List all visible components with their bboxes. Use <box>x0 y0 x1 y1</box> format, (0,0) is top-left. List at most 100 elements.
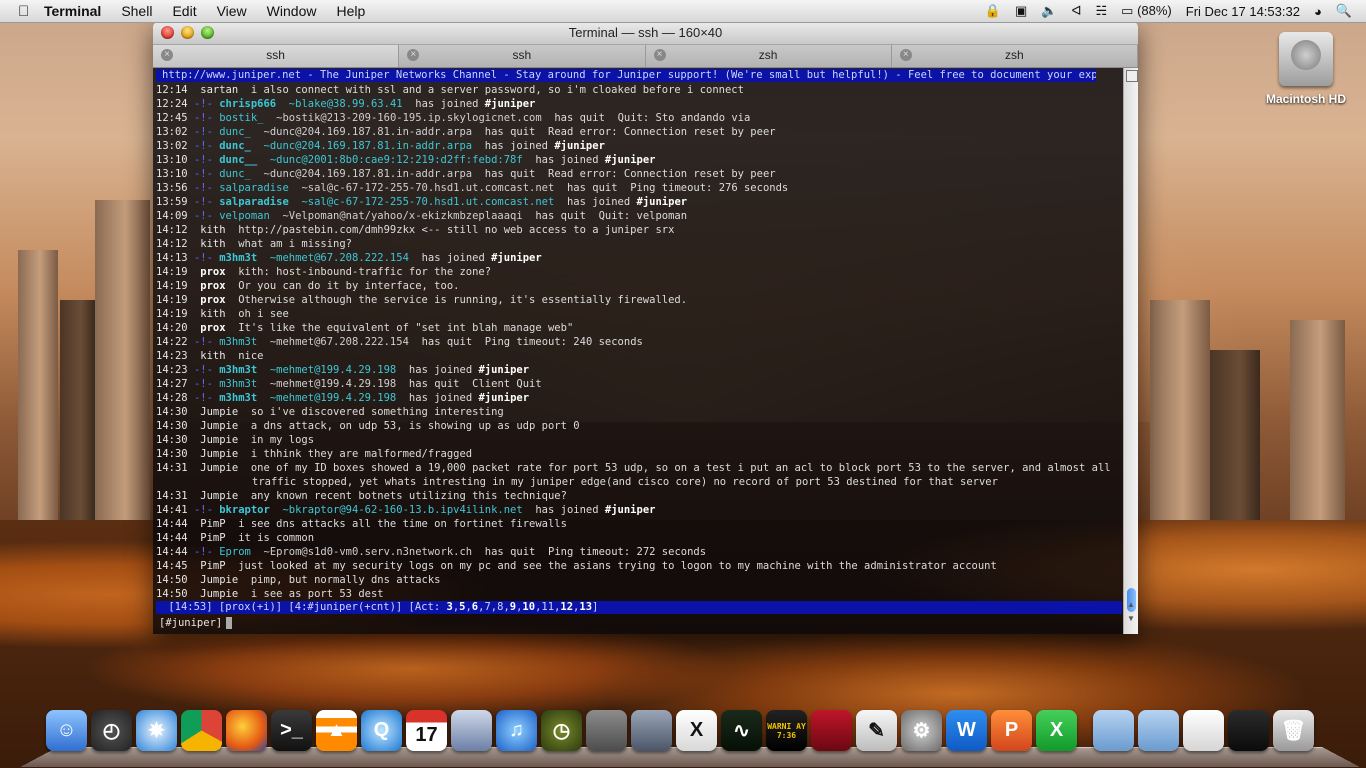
message-nick: Jumpie <box>200 588 239 600</box>
event-marker: -!- <box>193 140 213 152</box>
tab-bar: × ssh × ssh × zsh × zsh <box>153 44 1138 68</box>
tab-close-icon[interactable]: × <box>407 49 420 61</box>
message-text: It's like the equivalent of "set int bla… <box>238 322 574 334</box>
log-timestamp: 14:19 <box>156 266 188 278</box>
quit-reason: Ping timeout: 272 seconds <box>548 546 707 558</box>
quit-reason: Quit: Sto andando via <box>617 112 751 124</box>
applications-folder-icon[interactable] <box>1093 710 1134 751</box>
bluetooth-icon[interactable]: ᐊ <box>1072 3 1082 19</box>
log-line: 14:09 -!- velpoman ~Velpoman@nat/yahoo/x… <box>156 209 1116 223</box>
tab-close-icon[interactable]: × <box>899 49 912 61</box>
tab-close-icon[interactable]: × <box>653 49 666 61</box>
vertical-scrollbar[interactable]: ▲ ▼ <box>1123 68 1138 634</box>
battery-status[interactable]: ▭ (88%) <box>1121 3 1172 19</box>
itunes-icon[interactable]: ♫ <box>496 710 537 751</box>
activity-window-number: 13 <box>579 601 593 613</box>
dashboard-icon[interactable]: ◴ <box>91 710 132 751</box>
vnc-icon[interactable] <box>631 710 672 751</box>
menu-window[interactable]: Window <box>257 3 327 19</box>
chrome-icon[interactable] <box>181 710 222 751</box>
console-preview-text: WARNI AY 7:36 <box>767 721 806 740</box>
tab-zsh-2[interactable]: × zsh <box>892 45 1138 67</box>
wifi-icon[interactable]: ☵ <box>1096 3 1108 19</box>
console-icon[interactable]: WARNI AY 7:36 <box>766 710 807 751</box>
menu-shell[interactable]: Shell <box>111 3 162 19</box>
vmware-icon[interactable] <box>586 710 627 751</box>
finder-icon[interactable]: ☺ <box>46 710 87 751</box>
event-action: has quit <box>566 182 618 194</box>
word-icon[interactable]: W <box>946 710 987 751</box>
activity-monitor-icon[interactable]: ∿ <box>721 710 762 751</box>
input-prompt[interactable]: [#juniper] <box>159 616 233 630</box>
excel-icon[interactable]: X <box>1036 710 1077 751</box>
document-stack-icon[interactable] <box>1183 710 1224 751</box>
event-host: ~mehmet@67.208.222.154 <box>269 252 409 264</box>
textedit-icon[interactable]: ✎ <box>856 710 897 751</box>
close-window-button[interactable] <box>161 26 174 39</box>
message-nick: prox <box>200 294 226 306</box>
event-action: has joined <box>566 196 631 208</box>
message-text: i thhink they are malformed/fragged <box>250 448 473 460</box>
trash-icon[interactable]: 🗑 <box>1273 710 1314 751</box>
scroll-down-icon[interactable]: ▼ <box>1127 614 1135 623</box>
tab-close-icon[interactable]: × <box>161 49 173 61</box>
event-channel: #juniper <box>554 140 605 152</box>
macintosh-hd[interactable]: Macintosh HD <box>1266 32 1346 106</box>
safari-icon[interactable]: ✵ <box>136 710 177 751</box>
message-text: in my logs <box>250 434 315 446</box>
status-prefix: [14:53] [prox(+i)] [4:#juniper(+cnt)] [A… <box>162 601 447 613</box>
log-timestamp: 14:12 <box>156 238 188 250</box>
powerpoint-icon[interactable]: P <box>991 710 1032 751</box>
apple-menu-icon[interactable]:  <box>18 3 40 20</box>
photo-booth-icon[interactable] <box>811 710 852 751</box>
event-marker: -!- <box>193 98 213 110</box>
event-channel: #juniper <box>636 196 688 208</box>
tab-label: zsh <box>758 48 778 62</box>
documents-folder-icon[interactable] <box>1138 710 1179 751</box>
message-nick: prox <box>200 280 226 292</box>
activity-window-number: 6 <box>471 601 479 613</box>
tab-zsh-1[interactable]: × zsh <box>646 45 892 67</box>
terminal-icon[interactable]: >_ <box>271 710 312 751</box>
ical-icon[interactable]: 17 <box>406 710 447 751</box>
log-timestamp: 14:19 <box>156 308 188 320</box>
vlc-icon[interactable]: ▲ <box>316 710 357 751</box>
hard-drive-icon[interactable] <box>1279 32 1333 86</box>
lock-icon[interactable]: 🔒 <box>985 3 1001 19</box>
tab-ssh-2[interactable]: × ssh <box>399 45 646 67</box>
volume-icon[interactable]: 🔈 <box>1041 3 1057 19</box>
event-action: has quit <box>535 210 586 222</box>
menu-view[interactable]: View <box>207 3 257 19</box>
title-bar[interactable]: Terminal — ssh — 160×40 <box>153 22 1138 44</box>
event-nick: bkraptor <box>219 504 270 516</box>
log-line: 12:45 -!- bostik_ ~bostik@213-209-160-19… <box>156 111 1116 125</box>
zoom-window-button[interactable] <box>201 26 214 39</box>
terminal-screen[interactable]: http://www.juniper.net - The Juniper Net… <box>153 68 1123 634</box>
x11-icon[interactable]: X <box>676 710 717 751</box>
firefox-icon[interactable] <box>226 710 267 751</box>
menu-app-terminal[interactable]: Terminal <box>40 3 111 19</box>
log-line: 14:30 Jumpie so i've discovered somethin… <box>156 405 1116 419</box>
system-preferences-icon[interactable]: ⚙ <box>901 710 942 751</box>
menu-edit[interactable]: Edit <box>162 3 206 19</box>
event-action: has joined <box>421 252 485 264</box>
terminal-stack-icon[interactable] <box>1228 710 1269 751</box>
quicktime-icon[interactable]: Q <box>361 710 402 751</box>
clock[interactable]: Fri Dec 17 14:53:32 <box>1186 4 1300 19</box>
log-line: 12:14 sartan i also connect with ssl and… <box>156 83 1116 97</box>
spaces-icon[interactable]: ▣ <box>1015 3 1027 19</box>
time-machine-menu-icon[interactable]: ◕ <box>1314 4 1322 19</box>
menu-help[interactable]: Help <box>326 3 375 19</box>
log-timestamp: 14:44 <box>156 546 188 558</box>
tab-ssh-1[interactable]: × ssh <box>153 45 400 67</box>
event-marker: -!- <box>193 336 213 348</box>
log-timestamp: 12:14 <box>156 84 188 96</box>
time-machine-icon[interactable]: ◷ <box>541 710 582 751</box>
spotlight-search-icon[interactable]: 🔍 <box>1336 3 1352 19</box>
event-nick: dunc_ <box>219 126 251 138</box>
minimize-window-button[interactable] <box>181 26 194 39</box>
event-host: ~dunc@204.169.187.81.in-addr.arpa <box>263 168 473 180</box>
scroll-up-icon[interactable]: ▲ <box>1127 600 1135 609</box>
scrollbar-split-icon[interactable] <box>1126 70 1138 82</box>
preview-icon[interactable] <box>451 710 492 751</box>
